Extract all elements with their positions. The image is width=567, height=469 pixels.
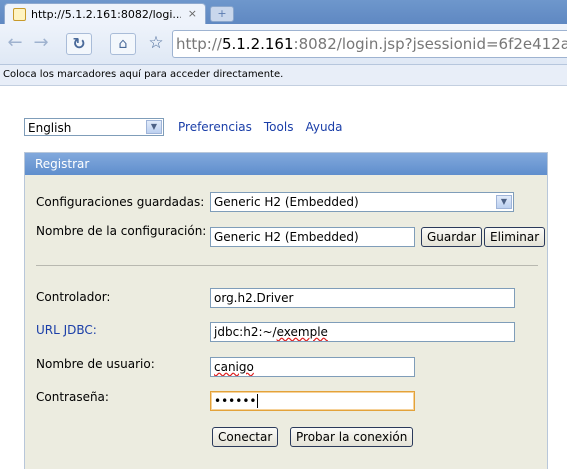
bookmarks-bar: Coloca los marcadores aquí para acceder … <box>0 65 567 86</box>
form-divider <box>36 265 538 266</box>
connect-button[interactable]: Conectar <box>212 427 279 447</box>
saved-settings-label: Configuraciones guardadas: <box>36 195 205 209</box>
page-toolbar: English ▼ Preferencias Tools Ayuda <box>24 117 343 137</box>
username-label: Nombre de usuario: <box>36 357 155 371</box>
chevron-down-icon[interactable]: ▼ <box>146 120 162 134</box>
tab-strip: http://5.1.2.161:8082/logi... × + <box>0 0 567 25</box>
browser-tab[interactable]: http://5.1.2.161:8082/logi... × <box>4 3 206 25</box>
setting-name-label: Nombre de la configuración: <box>36 224 207 238</box>
save-button[interactable]: Guardar <box>421 227 482 247</box>
jdbc-url-label[interactable]: URL JDBC: <box>36 323 97 337</box>
driver-label: Controlador: <box>36 290 111 304</box>
language-select-value: English <box>28 121 72 135</box>
language-select[interactable]: English ▼ <box>24 118 164 136</box>
jdbc-url-input[interactable]: jdbc:h2:~/exemple <box>210 322 515 342</box>
page-favicon-icon <box>13 8 26 21</box>
password-input[interactable]: •••••• <box>210 391 415 411</box>
driver-input[interactable]: org.h2.Driver <box>210 288 515 308</box>
delete-button[interactable]: Eliminar <box>484 227 546 247</box>
bookmark-star-icon[interactable]: ☆ <box>146 32 166 54</box>
username-input[interactable]: canigo <box>210 357 415 377</box>
address-bar[interactable]: http://5.1.2.161:8082/login.jsp?jsession… <box>172 30 567 58</box>
preferences-link[interactable]: Preferencias <box>178 120 252 134</box>
navigation-bar: ← → ↻ ⌂ ☆ http://5.1.2.161:8082/login.js… <box>0 24 567 65</box>
setting-name-input[interactable]: Generic H2 (Embedded) <box>210 227 415 247</box>
forward-arrow-icon[interactable]: → <box>32 32 50 54</box>
saved-settings-value: Generic H2 (Embedded) <box>214 195 359 209</box>
reload-icon[interactable]: ↻ <box>66 33 92 55</box>
text-caret <box>257 394 259 408</box>
help-link[interactable]: Ayuda <box>305 120 342 134</box>
saved-settings-select[interactable]: Generic H2 (Embedded) ▼ <box>210 192 514 212</box>
new-tab-button[interactable]: + <box>210 6 234 22</box>
tab-title: http://5.1.2.161:8082/logi... <box>31 8 181 21</box>
chevron-down-icon[interactable]: ▼ <box>496 195 512 209</box>
test-connection-button[interactable]: Probar la conexión <box>290 427 414 447</box>
home-icon[interactable]: ⌂ <box>110 33 136 55</box>
back-arrow-icon[interactable]: ← <box>6 32 24 54</box>
password-label: Contraseña: <box>36 390 109 404</box>
close-tab-icon[interactable]: × <box>188 7 197 20</box>
panel-header: Registrar <box>25 153 547 175</box>
tools-link[interactable]: Tools <box>264 120 294 134</box>
